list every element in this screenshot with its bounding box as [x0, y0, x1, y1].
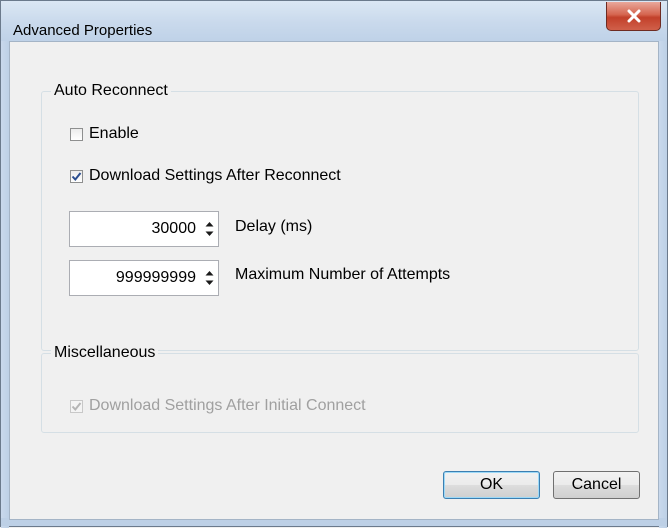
delay-spin-buttons[interactable] — [200, 212, 218, 246]
enable-checkbox[interactable] — [70, 127, 83, 141]
ok-button[interactable]: OK — [443, 471, 540, 499]
close-button[interactable] — [606, 2, 661, 31]
chevron-down-icon[interactable] — [205, 280, 214, 286]
miscellaneous-group: Miscellaneous — [41, 344, 639, 433]
cancel-button[interactable]: Cancel — [553, 471, 640, 499]
dialog-window: Advanced Properties Auto Reconnect Enabl… — [0, 0, 668, 528]
delay-label: Delay (ms) — [235, 218, 313, 235]
auto-reconnect-legend: Auto Reconnect — [51, 82, 171, 100]
miscellaneous-legend: Miscellaneous — [51, 344, 159, 362]
checkmark-icon — [71, 171, 82, 181]
chevron-up-icon[interactable] — [205, 270, 214, 276]
dialog-client-area: Auto Reconnect Enable Download Settings … — [9, 41, 659, 520]
enable-label: Enable — [89, 125, 139, 142]
download-after-reconnect-row[interactable]: Download Settings After Reconnect — [70, 167, 341, 185]
enable-checkbox-row[interactable]: Enable — [70, 125, 139, 143]
download-after-initial-label: Download Settings After Initial Connect — [89, 397, 366, 414]
download-after-initial-checkbox — [70, 399, 83, 413]
download-after-reconnect-label: Download Settings After Reconnect — [89, 167, 341, 184]
max-attempts-spin-buttons[interactable] — [200, 261, 218, 295]
close-icon — [627, 9, 640, 23]
max-attempts-input[interactable]: 999999999 — [70, 269, 200, 287]
checkmark-icon — [71, 401, 82, 411]
max-attempts-label: Maximum Number of Attempts — [235, 266, 451, 283]
chevron-down-icon[interactable] — [205, 231, 214, 237]
download-after-reconnect-checkbox[interactable] — [70, 169, 83, 183]
chevron-up-icon[interactable] — [205, 221, 214, 227]
download-after-initial-row: Download Settings After Initial Connect — [70, 397, 366, 415]
title-bar[interactable]: Advanced Properties — [1, 1, 667, 41]
window-title: Advanced Properties — [13, 22, 153, 39]
window-frame-left — [1, 41, 9, 528]
max-attempts-spinbox[interactable]: 999999999 — [69, 260, 219, 296]
window-frame-right — [659, 41, 667, 528]
delay-input[interactable]: 30000 — [70, 220, 200, 238]
delay-spinbox[interactable]: 30000 — [69, 211, 219, 247]
